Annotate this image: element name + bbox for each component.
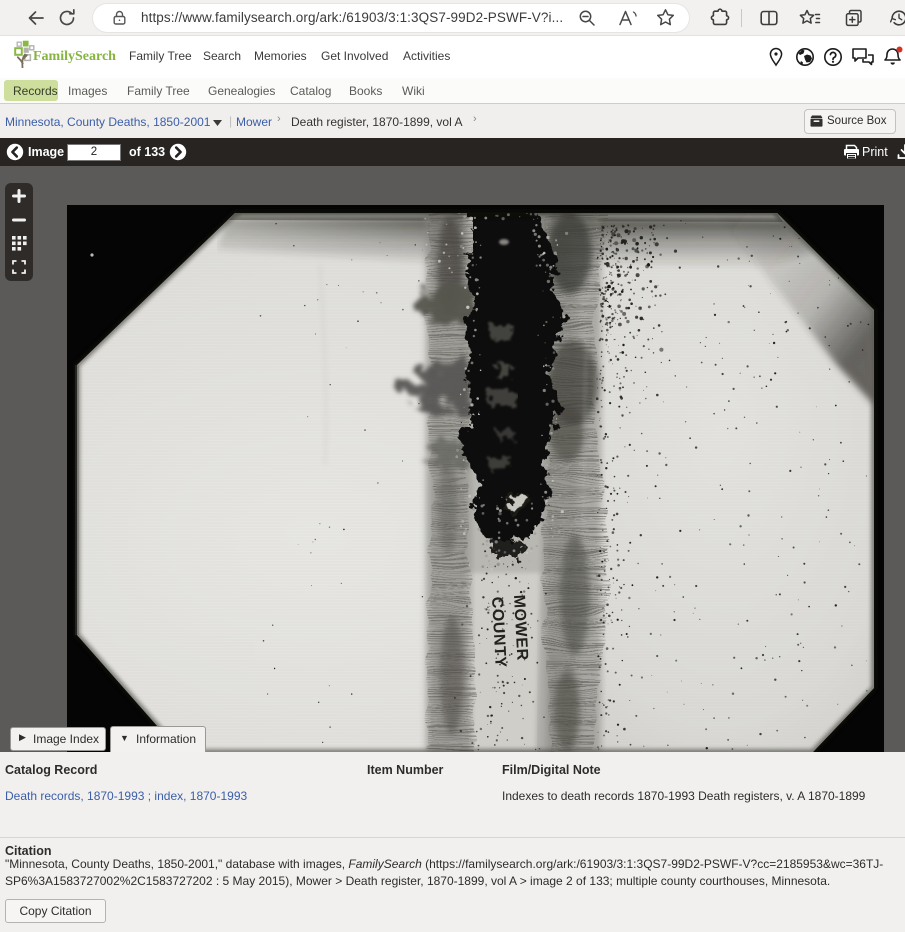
svg-text:MOWER: MOWER [510, 594, 530, 661]
